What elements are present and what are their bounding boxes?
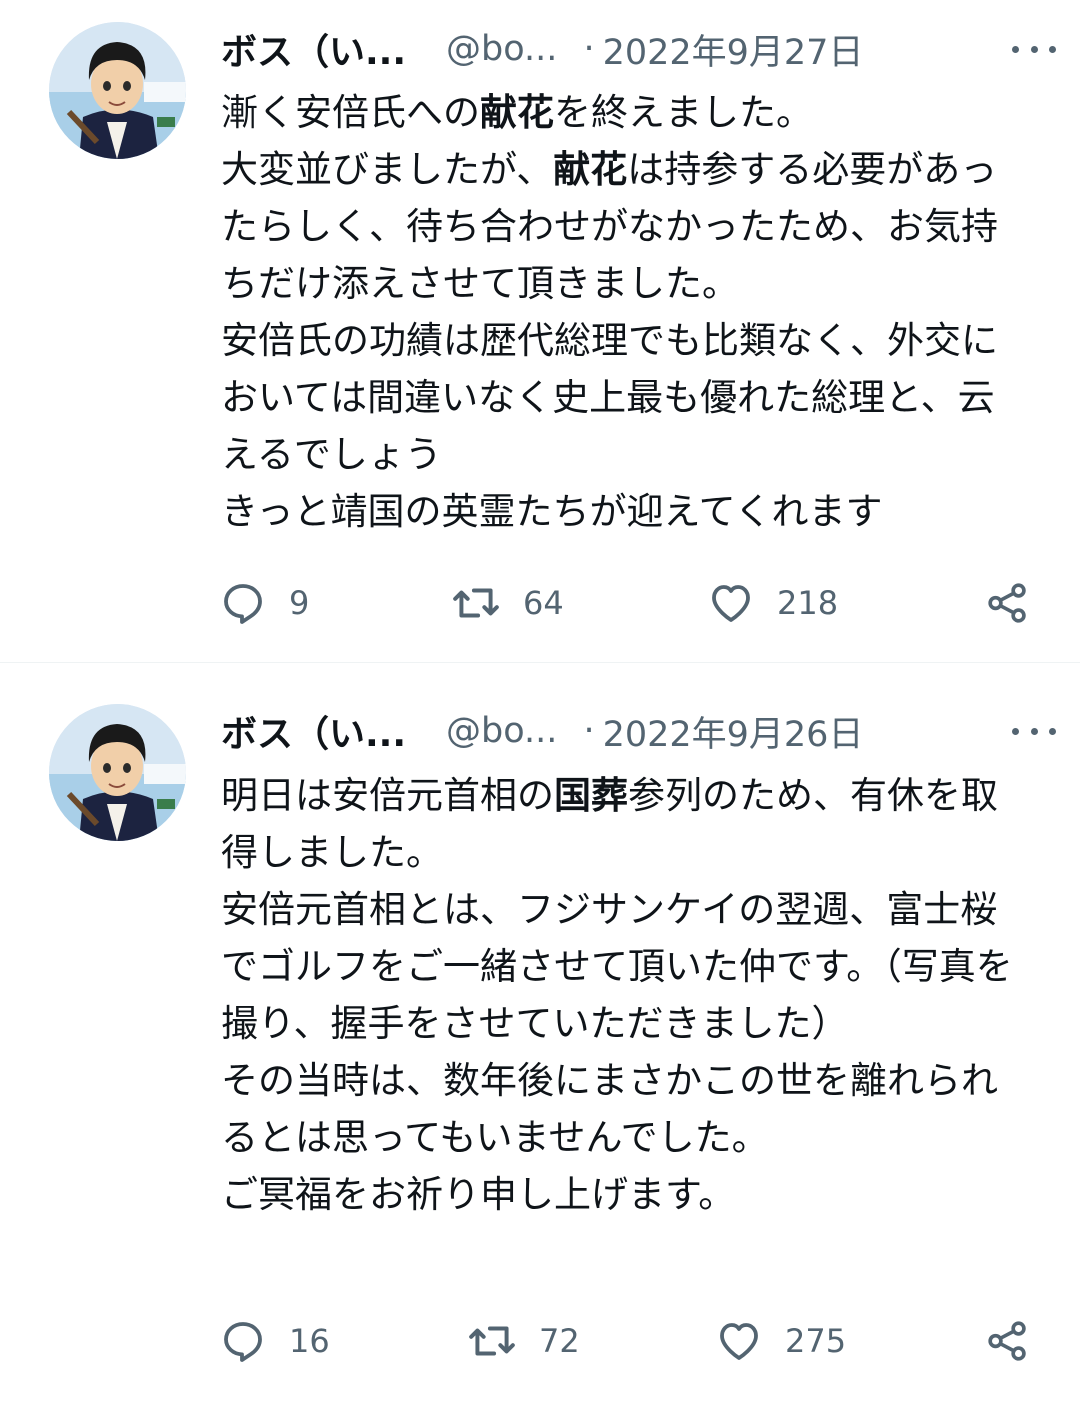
share-icon bbox=[988, 1321, 1026, 1361]
tweet[interactable]: ボス（い... @bo... · 2022年9月27日 漸く安倍氏への献花を終え… bbox=[0, 0, 1080, 662]
retweet-count: 72 bbox=[539, 1322, 580, 1360]
like-count: 275 bbox=[785, 1322, 847, 1360]
avatar-image bbox=[49, 704, 186, 841]
like-button[interactable]: 275 bbox=[715, 1311, 846, 1371]
share-button[interactable] bbox=[985, 1311, 1031, 1371]
more-icon[interactable] bbox=[1012, 714, 1056, 748]
reply-count: 16 bbox=[289, 1322, 330, 1360]
reply-icon bbox=[224, 584, 262, 624]
retweet-count: 64 bbox=[523, 584, 564, 622]
tweet-date[interactable]: 2022年9月26日 bbox=[603, 706, 864, 757]
tweet-header: ボス（い... @bo... · 2022年9月26日 bbox=[221, 704, 1056, 758]
tweet-header: ボス（い... @bo... · 2022年9月27日 bbox=[221, 22, 1056, 76]
share-button[interactable] bbox=[985, 573, 1031, 633]
tweet-actions: 9 64 218 bbox=[219, 573, 1031, 633]
tweet[interactable]: ボス（い... @bo... · 2022年9月26日 明日は安倍元首相の国葬参… bbox=[0, 663, 1080, 1411]
separator-dot: · bbox=[583, 29, 595, 69]
author-name[interactable]: ボス（い... bbox=[221, 23, 406, 75]
author-handle[interactable]: @bo... bbox=[446, 29, 557, 69]
retweet-icon bbox=[469, 1326, 515, 1356]
retweet-icon bbox=[453, 588, 499, 618]
retweet-button[interactable]: 64 bbox=[451, 573, 564, 633]
reply-icon bbox=[224, 1322, 262, 1362]
author-name[interactable]: ボス（い... bbox=[221, 705, 406, 757]
more-icon[interactable] bbox=[1012, 32, 1056, 66]
retweet-button[interactable]: 72 bbox=[467, 1311, 580, 1371]
tweet-actions: 16 72 275 bbox=[219, 1311, 1031, 1371]
reply-button[interactable]: 16 bbox=[219, 1311, 330, 1371]
like-button[interactable]: 218 bbox=[707, 573, 838, 633]
tweet-date[interactable]: 2022年9月27日 bbox=[603, 24, 864, 75]
like-count: 218 bbox=[777, 584, 839, 622]
tweet-text: 漸く安倍氏への献花を終えました。 大変並びましたが、献花は持参する必要があったら… bbox=[221, 91, 998, 533]
share-icon bbox=[988, 583, 1026, 623]
heart-icon bbox=[712, 585, 750, 622]
avatar-image bbox=[49, 22, 186, 159]
reply-count: 9 bbox=[289, 584, 310, 622]
author-handle[interactable]: @bo... bbox=[446, 711, 557, 751]
reply-button[interactable]: 9 bbox=[219, 573, 309, 633]
avatar[interactable] bbox=[49, 704, 186, 841]
avatar[interactable] bbox=[49, 22, 186, 159]
heart-icon bbox=[720, 1323, 758, 1360]
tweet-text: 明日は安倍元首相の国葬参列のため、有休を取得しました。 安倍元首相とは、フジサン… bbox=[221, 774, 1013, 1216]
separator-dot: · bbox=[583, 711, 595, 751]
